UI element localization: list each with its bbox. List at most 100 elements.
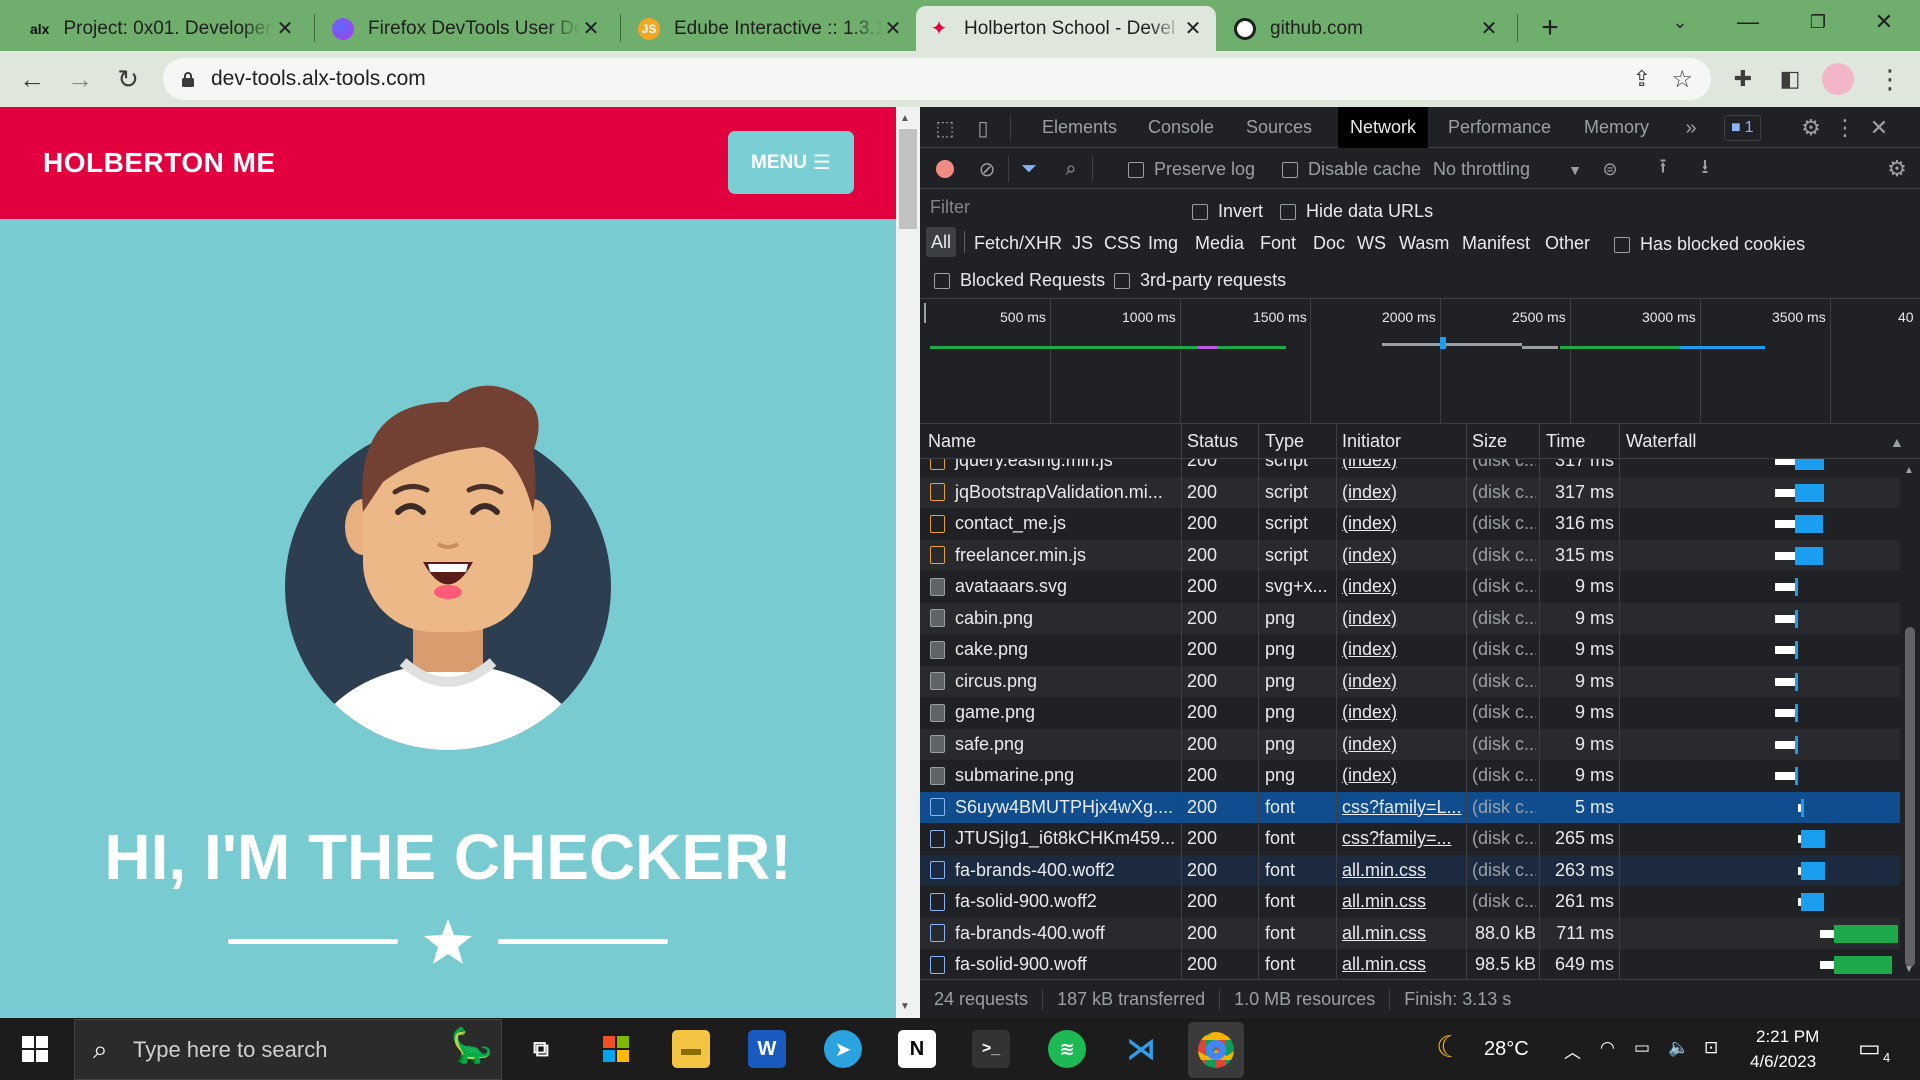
issues-badge[interactable]: ■ 1 xyxy=(1724,115,1761,141)
has-blocked-cookies-checkbox[interactable]: Has blocked cookies xyxy=(1614,234,1805,255)
more-tabs-chevron-icon[interactable]: » xyxy=(1678,115,1704,141)
request-row[interactable]: contact_me.js 200 script (index) (disk c... 3… xyxy=(920,508,1900,540)
scroll-down-arrow-icon[interactable]: ▼ xyxy=(1904,964,1914,975)
request-initiator[interactable]: all.min.css xyxy=(1342,949,1462,979)
export-har-download-icon[interactable]: ⭳ xyxy=(1694,156,1716,180)
checkbox[interactable] xyxy=(1282,161,1298,178)
microsoft-store-icon[interactable] xyxy=(597,1030,635,1068)
forward-arrow-icon[interactable]: → xyxy=(62,61,98,97)
browser-tab-firefox-docs[interactable]: Firefox DevTools User Doc ✕ xyxy=(320,6,614,51)
request-initiator[interactable]: (index) xyxy=(1342,634,1462,666)
request-initiator[interactable]: all.min.css xyxy=(1342,855,1462,887)
column-initiator[interactable]: Initiator xyxy=(1342,424,1401,459)
column-name[interactable]: Name xyxy=(928,424,976,459)
network-settings-gear-icon[interactable]: ⚙ xyxy=(1886,156,1908,181)
request-row[interactable]: jqBootstrapValidation.mi... 200 script (ind… xyxy=(920,476,1900,509)
terminal-icon[interactable]: >_ xyxy=(972,1030,1010,1068)
request-initiator[interactable]: (index) xyxy=(1342,603,1462,635)
request-row[interactable]: fa-brands-400.woff 200 font all.min.css 88.0… xyxy=(920,917,1900,950)
inspect-element-icon[interactable]: ⬚ xyxy=(932,115,958,141)
request-name[interactable]: fa-brands-400.woff2 xyxy=(930,855,1178,887)
request-name[interactable]: game.png xyxy=(930,697,1178,729)
filter-type-js[interactable]: JS xyxy=(1072,233,1093,254)
request-name[interactable]: cabin.png xyxy=(930,603,1178,635)
request-initiator[interactable]: all.min.css xyxy=(1342,886,1462,918)
browser-menu-icon[interactable]: ⋮ xyxy=(1872,61,1908,97)
column-time[interactable]: Time xyxy=(1546,424,1585,459)
request-name[interactable]: jqBootstrapValidation.mi... xyxy=(930,477,1178,509)
browser-tab-github[interactable]: github.com ✕ xyxy=(1222,6,1512,51)
share-icon[interactable]: ⇪ xyxy=(1633,66,1651,92)
request-row[interactable]: avataaars.svg 200 svg+x... (index) (disk c..… xyxy=(920,571,1900,603)
checkbox[interactable] xyxy=(934,272,950,289)
close-tab-icon[interactable]: ✕ xyxy=(274,16,296,41)
request-initiator[interactable]: css?family=L... xyxy=(1342,792,1462,824)
request-initiator[interactable]: (index) xyxy=(1342,697,1462,729)
notion-icon[interactable]: N xyxy=(898,1030,936,1068)
task-view-icon[interactable]: ⧉ xyxy=(522,1030,560,1068)
filter-type-font[interactable]: Font xyxy=(1260,233,1296,254)
close-devtools-icon[interactable]: ✕ xyxy=(1866,115,1892,141)
request-name[interactable]: fa-solid-900.woff2 xyxy=(930,886,1178,918)
request-row[interactable]: S6uyw4BMUTPHjx4wXg.... 200 font css?family=… xyxy=(920,791,1900,824)
weather-moon-icon[interactable]: ☾ xyxy=(1436,1030,1463,1065)
site-brand[interactable]: HOLBERTON ME xyxy=(43,147,276,179)
window-close-icon[interactable]: ✕ xyxy=(1862,0,1906,44)
close-tab-icon[interactable]: ✕ xyxy=(580,16,602,41)
import-har-upload-icon[interactable]: ⭱ xyxy=(1652,156,1674,180)
minimize-icon[interactable]: — xyxy=(1726,0,1770,44)
invert-checkbox[interactable]: Invert xyxy=(1192,201,1263,222)
checkbox[interactable] xyxy=(1114,272,1130,289)
filter-type-other[interactable]: Other xyxy=(1545,233,1590,254)
checkbox[interactable] xyxy=(1614,236,1630,253)
request-initiator[interactable]: css?family=... xyxy=(1342,823,1462,855)
scroll-up-arrow-icon[interactable]: ▲ xyxy=(1904,465,1914,476)
filter-type-fetch-xhr[interactable]: Fetch/XHR xyxy=(974,233,1062,254)
checkbox[interactable] xyxy=(1128,161,1144,178)
devtools-menu-icon[interactable]: ⋮ xyxy=(1832,115,1858,141)
request-row[interactable]: game.png 200 png (index) (disk c... 9 ms xyxy=(920,697,1900,729)
request-initiator[interactable]: all.min.css xyxy=(1342,918,1462,950)
scrollbar-thumb[interactable] xyxy=(899,129,917,229)
filter-input[interactable]: Filter xyxy=(930,197,1170,221)
tab-network[interactable]: Network xyxy=(1338,107,1429,148)
filter-funnel-icon[interactable]: ⏷ xyxy=(1018,158,1040,180)
tab-console[interactable]: Console xyxy=(1148,107,1214,148)
request-initiator[interactable]: (index) xyxy=(1342,760,1462,792)
request-initiator[interactable]: (index) xyxy=(1342,571,1462,603)
request-name[interactable]: circus.png xyxy=(930,666,1178,698)
network-conditions-wifi-icon[interactable]: ⊜ xyxy=(1598,158,1622,180)
column-status[interactable]: Status xyxy=(1187,424,1238,459)
scroll-down-arrow-icon[interactable]: ▼ xyxy=(900,1001,910,1012)
word-icon[interactable]: W xyxy=(748,1030,786,1068)
request-name[interactable]: JTUSjIg1_i6t8kCHKm459... xyxy=(930,823,1178,855)
request-row[interactable]: JTUSjIg1_i6t8kCHKm459... 200 font css?famil… xyxy=(920,823,1900,855)
column-separator[interactable] xyxy=(1539,424,1540,459)
back-arrow-icon[interactable]: ← xyxy=(14,61,50,97)
table-scrollbar[interactable]: ▲ ▼ xyxy=(1900,459,1920,979)
tab-memory[interactable]: Memory xyxy=(1584,107,1649,148)
file-explorer-icon[interactable]: ▬ xyxy=(672,1030,710,1068)
request-initiator[interactable]: (index) xyxy=(1342,508,1462,540)
column-waterfall[interactable]: Waterfall xyxy=(1626,424,1696,459)
scroll-up-arrow-icon[interactable]: ▲ xyxy=(900,113,910,124)
clear-icon[interactable]: ⊘ xyxy=(976,158,998,181)
request-row[interactable]: fa-solid-900.woff2 200 font all.min.css (dis… xyxy=(920,886,1900,918)
request-name[interactable]: submarine.png xyxy=(930,760,1178,792)
bookmark-star-icon[interactable]: ☆ xyxy=(1671,65,1693,94)
request-name[interactable]: cake.png xyxy=(930,634,1178,666)
notification-center-icon[interactable]: ▭ xyxy=(1858,1034,1881,1063)
filter-type-doc[interactable]: Doc xyxy=(1313,233,1345,254)
column-type[interactable]: Type xyxy=(1265,424,1304,459)
request-row[interactable]: cabin.png 200 png (index) (disk c... 9 ms xyxy=(920,602,1900,635)
device-toolbar-icon[interactable]: ▯ xyxy=(970,115,996,141)
request-name[interactable]: freelancer.min.js xyxy=(930,540,1178,572)
request-initiator[interactable]: (index) xyxy=(1342,540,1462,572)
volume-icon[interactable]: 🔈 xyxy=(1668,1038,1689,1058)
page-scrollbar[interactable]: ▲ ▼ xyxy=(896,107,920,1018)
column-size[interactable]: Size xyxy=(1472,424,1507,459)
close-tab-icon[interactable]: ✕ xyxy=(1182,16,1204,41)
display-icon[interactable]: ⊡ xyxy=(1704,1038,1718,1058)
scrollbar-thumb[interactable] xyxy=(1905,627,1915,967)
browser-tab-edube[interactable]: JS Edube Interactive :: 1.3.1.2 ✕ xyxy=(626,6,916,51)
